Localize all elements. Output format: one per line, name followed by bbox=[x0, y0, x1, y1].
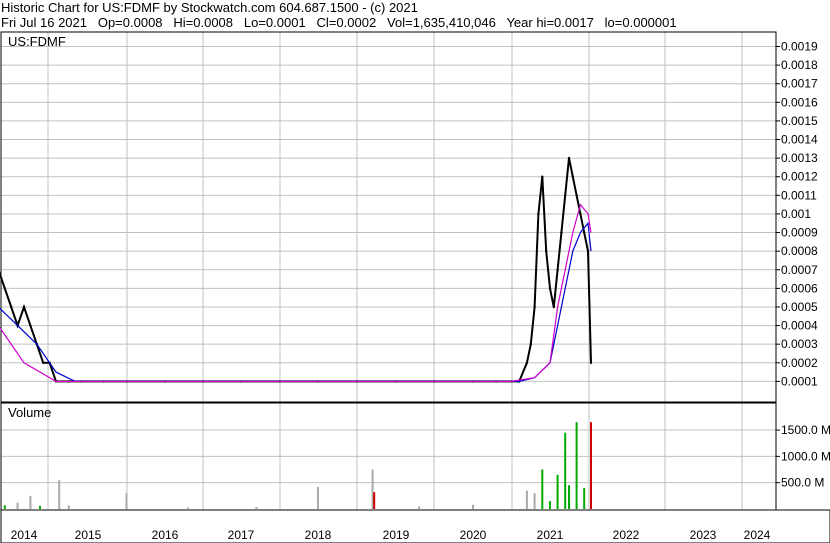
price-point bbox=[3, 287, 6, 290]
volume-panel-label: Volume bbox=[8, 405, 51, 420]
price-panel-label: US:FDMF bbox=[8, 34, 66, 49]
x-tick-label: 2023 bbox=[690, 528, 717, 542]
price-point bbox=[42, 361, 45, 364]
price-tick-label: 0.0016 bbox=[781, 95, 818, 109]
price-point bbox=[525, 361, 529, 364]
price-tick-label: 0.0014 bbox=[781, 133, 818, 147]
volume-bar bbox=[58, 480, 61, 509]
x-tick-label: 2016 bbox=[152, 528, 179, 542]
price-tick-label: 0.0008 bbox=[781, 244, 818, 258]
volume-bar bbox=[67, 505, 70, 509]
price-point bbox=[586, 250, 590, 253]
volume-bar bbox=[29, 495, 32, 509]
price-tick-label: 0.0005 bbox=[781, 300, 818, 314]
volume-bar bbox=[16, 502, 19, 509]
price-tick-label: 0.0018 bbox=[781, 58, 818, 72]
x-tick-label: 2020 bbox=[460, 528, 487, 542]
price-point bbox=[552, 305, 555, 309]
volume-bar bbox=[564, 432, 567, 509]
price-tick-label: 0.001 bbox=[781, 207, 811, 221]
volume-bar bbox=[472, 504, 474, 509]
x-tick-label: 2018 bbox=[305, 528, 332, 542]
x-tick-label: 2014 bbox=[11, 528, 38, 542]
price-tick-label: 0.0017 bbox=[781, 77, 818, 91]
volume-bar bbox=[575, 422, 578, 509]
price-tick-label: 0.0011 bbox=[781, 188, 817, 202]
series-moving-average-blue bbox=[0, 221, 592, 382]
x-tick-label: 2015 bbox=[75, 528, 102, 542]
price-point bbox=[10, 305, 13, 309]
price-tick-label: 0.0003 bbox=[781, 337, 818, 351]
price-point bbox=[567, 156, 571, 160]
price-tick-label: 0.0004 bbox=[781, 319, 818, 333]
price-point bbox=[579, 212, 582, 216]
price-point bbox=[537, 212, 540, 216]
price-point bbox=[571, 175, 574, 178]
volume-bar bbox=[3, 505, 6, 509]
price-point bbox=[560, 231, 563, 234]
price-tick-label: 0.0012 bbox=[781, 170, 818, 184]
series-moving-average-purple bbox=[0, 203, 592, 382]
volume-bar bbox=[556, 474, 559, 509]
price-tick-label: 0.0002 bbox=[781, 356, 818, 370]
volume-bar bbox=[317, 486, 319, 509]
price-point bbox=[541, 175, 544, 178]
price-panel-frame bbox=[0, 31, 777, 403]
x-tick-label: 2019 bbox=[383, 528, 410, 542]
x-tick-label: 2017 bbox=[228, 528, 255, 542]
price-point bbox=[575, 194, 578, 197]
volume-bar bbox=[541, 469, 544, 509]
volume-tick-label: 1500.0 M bbox=[781, 423, 830, 437]
price-tick-label: 0.0006 bbox=[781, 281, 818, 295]
volume-bar bbox=[418, 506, 421, 509]
x-tick-label: 2024 bbox=[744, 528, 771, 542]
price-point bbox=[589, 361, 593, 364]
price-point bbox=[29, 324, 32, 327]
volume-tick-label: 1000.0 M bbox=[781, 449, 830, 463]
volume-bar bbox=[373, 492, 376, 509]
labels-layer: 0.0019 0.0018 0.0017 0.0016 0.0015 0.0014 0.00… bbox=[11, 40, 830, 543]
volume-bar bbox=[125, 493, 128, 509]
price-point bbox=[529, 343, 532, 346]
grid-layer bbox=[1, 32, 780, 520]
price-tick-label: 0.0007 bbox=[781, 263, 818, 277]
price-tick-label: 0.0013 bbox=[781, 151, 818, 165]
price-point bbox=[556, 268, 559, 271]
volume-bar bbox=[568, 485, 570, 509]
volume-bar bbox=[255, 506, 258, 509]
x-tick-label: 2021 bbox=[537, 528, 564, 542]
stock-chart: US:FDMF Volume 0.00190.00180.00170.00160… bbox=[0, 31, 830, 543]
volume-bar bbox=[549, 501, 551, 509]
volume-tick-label: 500.0 M bbox=[781, 476, 824, 490]
volume-bar bbox=[533, 493, 536, 509]
volume-bar bbox=[590, 422, 592, 509]
x-tick-label: 2022 bbox=[613, 528, 640, 542]
price-tick-label: 0.0015 bbox=[781, 114, 818, 128]
frame-layer bbox=[0, 31, 830, 543]
price-point bbox=[583, 231, 586, 234]
price-point bbox=[564, 194, 567, 197]
price-tick-label: 0.0001 bbox=[781, 374, 818, 388]
volume-bar bbox=[583, 487, 586, 509]
price-tick-label: 0.0019 bbox=[781, 40, 818, 54]
volume-bar bbox=[525, 490, 528, 509]
price-point bbox=[533, 305, 536, 309]
price-tick-label: 0.0009 bbox=[781, 226, 818, 240]
price-point bbox=[545, 250, 548, 253]
price-point bbox=[22, 305, 26, 309]
price-point bbox=[548, 287, 552, 290]
volume-bar bbox=[186, 507, 189, 509]
volume-bar bbox=[39, 505, 41, 509]
